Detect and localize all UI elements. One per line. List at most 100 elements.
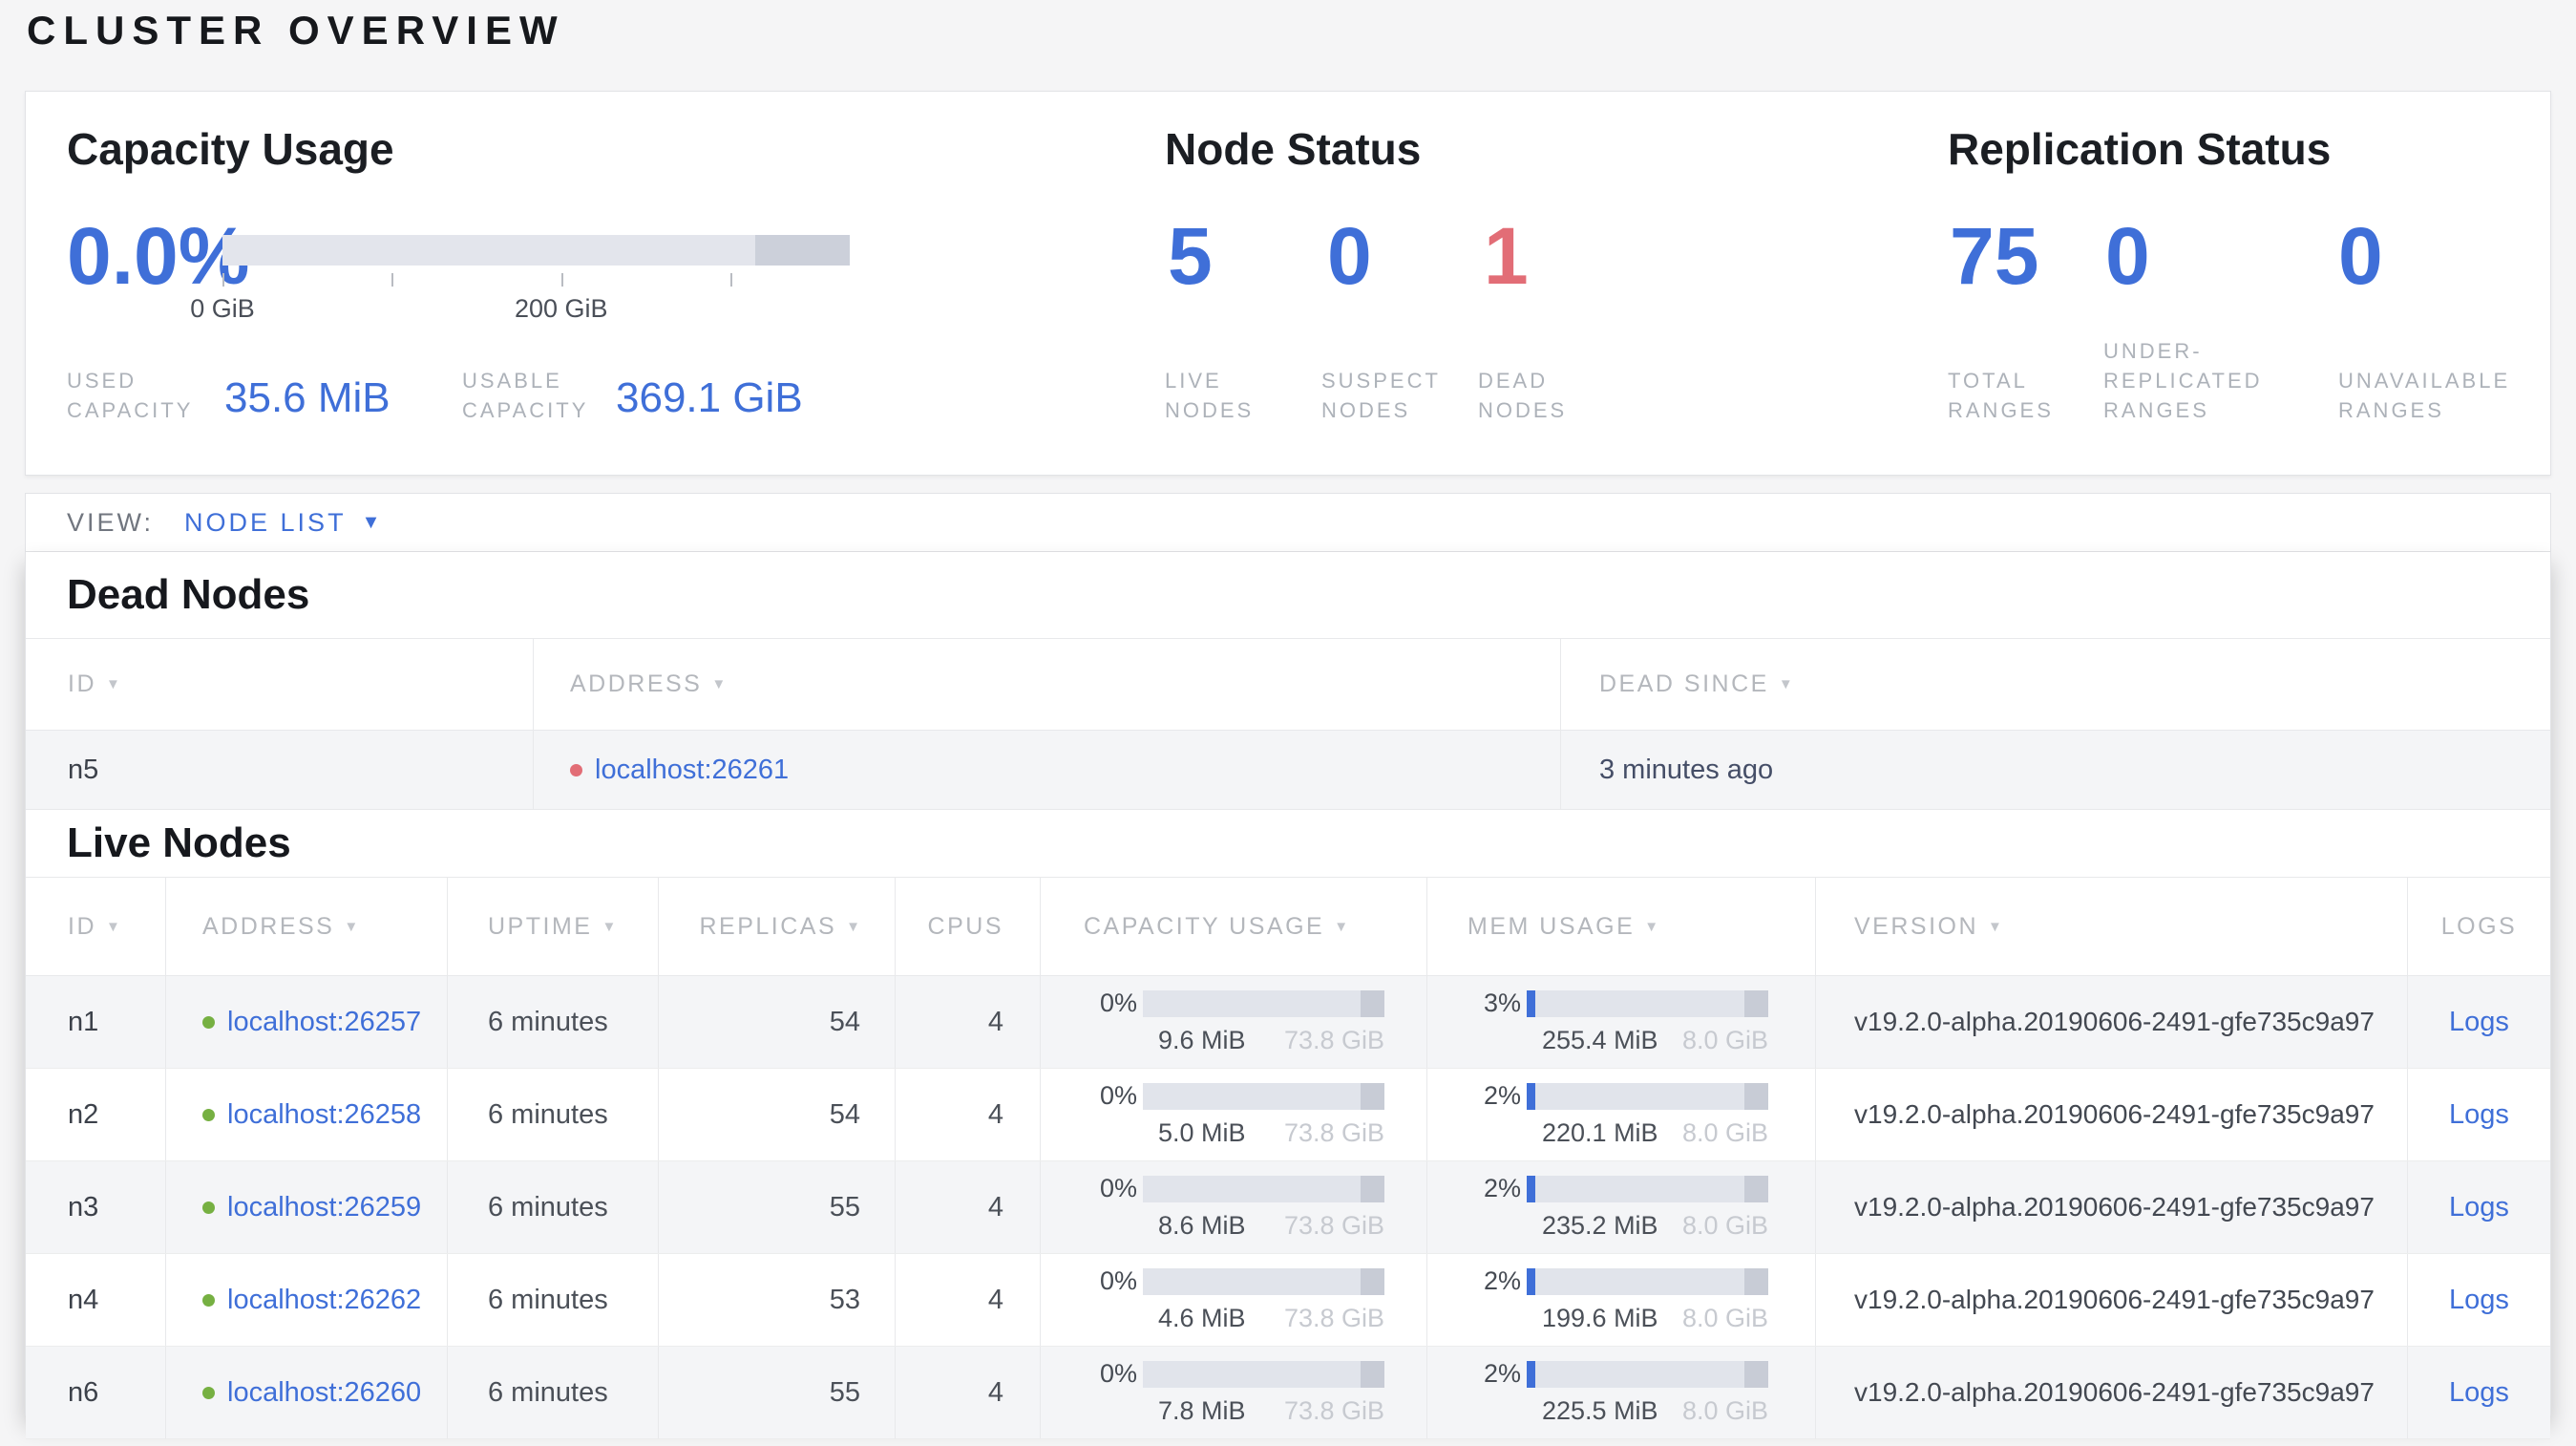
node-address-link[interactable]: localhost:26261 — [595, 755, 789, 786]
mem-percent-label: 2% — [1483, 1359, 1521, 1388]
dead-nodes-label: DEAD NODES — [1478, 369, 1568, 422]
node-address-link[interactable]: localhost:26262 — [227, 1285, 421, 1316]
used-capacity-label: USED CAPACITY — [67, 369, 194, 422]
sort-desc-icon[interactable]: ▼ — [106, 676, 120, 692]
capacity-reserved-segment — [1360, 1175, 1384, 1202]
capacity-total-value: 73.8 GiB — [1283, 1026, 1384, 1054]
live-header-id[interactable]: ID ▼ — [26, 878, 165, 975]
node-capacity-usage: 0% 7.8 MiB 73.8 GiB — [1040, 1347, 1426, 1438]
live-header-replicas[interactable]: REPLICAS ▼ — [658, 878, 895, 975]
sort-desc-icon[interactable]: ▼ — [1779, 676, 1793, 692]
axis-tick — [222, 273, 224, 287]
logs-link[interactable]: Logs — [2449, 1099, 2509, 1131]
sort-desc-icon[interactable]: ▼ — [1334, 919, 1348, 935]
live-header-mem[interactable]: MEM USAGE ▼ — [1426, 878, 1815, 975]
sort-desc-icon[interactable]: ▼ — [1644, 919, 1658, 935]
mem-used-value: 220.1 MiB — [1542, 1118, 1658, 1147]
sort-desc-icon[interactable]: ▼ — [711, 676, 726, 692]
node-capacity-usage: 0% 4.6 MiB 73.8 GiB — [1040, 1254, 1426, 1346]
node-replicas: 53 — [658, 1254, 895, 1346]
logs-link[interactable]: Logs — [2449, 1377, 2509, 1409]
mem-total-value: 8.0 GiB — [1681, 1026, 1768, 1054]
dead-nodes-section-title: Dead Nodes — [67, 571, 310, 618]
node-version: v19.2.0-alpha.20190606-2491-gfe735c9a97 — [1815, 1347, 2407, 1438]
capacity-mini-bar — [1143, 1360, 1384, 1388]
capacity-reserved-segment — [1360, 1360, 1384, 1388]
mem-reserved-segment — [1743, 1175, 1768, 1202]
mem-percent-label: 2% — [1483, 1266, 1521, 1295]
mem-total-value: 8.0 GiB — [1681, 1118, 1768, 1147]
dead-header-id[interactable]: ID ▼ — [26, 639, 533, 730]
view-selector-bar: VIEW: NODE LIST ▼ — [25, 493, 2551, 552]
cluster-overview-page: CLUSTER OVERVIEW Capacity Usage 0.0% 0 G… — [0, 0, 2576, 1446]
node-id: n4 — [68, 1284, 99, 1315]
capacity-reserved-segment — [1360, 1082, 1384, 1110]
node-logs: Logs — [2407, 1161, 2550, 1253]
live-status-dot-icon — [202, 1201, 215, 1214]
node-replicas: 55 — [658, 1161, 895, 1253]
mem-reserved-segment — [1743, 1267, 1768, 1295]
node-address-link[interactable]: localhost:26258 — [227, 1099, 421, 1131]
node-id: n3 — [68, 1191, 99, 1223]
capacity-mini-bar — [1143, 989, 1384, 1017]
mem-reserved-segment — [1743, 1360, 1768, 1388]
capacity-usage-title: Capacity Usage — [67, 124, 394, 174]
live-nodes-table: ID ▼ ADDRESS ▼ UPTIME ▼ REPLICAS ▼ CPUS CAPA… — [26, 877, 2550, 1439]
dead-header-address[interactable]: ADDRESS ▼ — [533, 639, 1560, 730]
mem-mini-bar — [1527, 989, 1768, 1017]
sort-desc-icon[interactable]: ▼ — [602, 919, 616, 935]
sort-desc-icon[interactable]: ▼ — [344, 919, 358, 935]
node-id: n2 — [68, 1098, 99, 1130]
capacity-mini-bar — [1143, 1175, 1384, 1202]
table-row: n2 localhost:26258 6 minutes 54 4 0% 5.0… — [26, 1069, 2550, 1161]
node-capacity-usage: 0% 9.6 MiB 73.8 GiB — [1040, 976, 1426, 1068]
sort-desc-icon[interactable]: ▼ — [106, 919, 120, 935]
capacity-percent-label: 0% — [1099, 1266, 1137, 1295]
capacity-gauge — [222, 235, 850, 266]
mem-used-value: 225.5 MiB — [1542, 1396, 1658, 1425]
live-nodes-count: 5 — [1168, 211, 1213, 301]
capacity-percent-label: 0% — [1099, 1174, 1137, 1202]
node-address-link[interactable]: localhost:26260 — [227, 1377, 421, 1409]
logs-link[interactable]: Logs — [2449, 1007, 2509, 1038]
node-uptime: 6 minutes — [447, 1161, 658, 1253]
view-dropdown-selected[interactable]: NODE LIST — [184, 508, 347, 538]
node-uptime: 6 minutes — [447, 1069, 658, 1160]
node-capacity-usage: 0% 5.0 MiB 73.8 GiB — [1040, 1069, 1426, 1160]
sort-desc-icon[interactable]: ▼ — [1988, 919, 2002, 935]
capacity-total-value: 73.8 GiB — [1283, 1118, 1384, 1147]
node-id: n6 — [68, 1376, 99, 1408]
view-label: VIEW: — [67, 507, 155, 537]
suspect-nodes-count: 0 — [1327, 211, 1372, 301]
dead-nodes-table: ID ▼ ADDRESS ▼ DEAD SINCE ▼ n5 localhost… — [26, 638, 2550, 810]
live-header-version[interactable]: VERSION ▼ — [1815, 878, 2407, 975]
mem-mini-bar — [1527, 1360, 1768, 1388]
node-capacity-usage: 0% 8.6 MiB 73.8 GiB — [1040, 1161, 1426, 1253]
live-nodes-label: LIVE NODES — [1165, 369, 1255, 422]
unavailable-ranges-label: UNAVAILABLE RANGES — [2338, 369, 2511, 422]
node-address-link[interactable]: localhost:26257 — [227, 1007, 421, 1038]
axis-tick-label: 0 GiB — [190, 294, 255, 323]
node-address-link[interactable]: localhost:26259 — [227, 1192, 421, 1223]
logs-link[interactable]: Logs — [2449, 1285, 2509, 1316]
dead-header-dead-since[interactable]: DEAD SINCE ▼ — [1560, 639, 2550, 730]
view-dropdown[interactable]: NODE LIST ▼ — [184, 508, 380, 538]
node-logs: Logs — [2407, 1347, 2550, 1438]
live-header-logs: LOGS — [2407, 878, 2550, 975]
axis-tick — [391, 273, 394, 287]
node-mem-usage: 3% 255.4 MiB 8.0 GiB — [1426, 976, 1815, 1068]
node-replicas: 54 — [658, 976, 895, 1068]
chevron-down-icon[interactable]: ▼ — [362, 512, 381, 534]
logs-link[interactable]: Logs — [2449, 1192, 2509, 1223]
capacity-used-value: 8.6 MiB — [1158, 1211, 1246, 1240]
live-header-capacity[interactable]: CAPACITY USAGE ▼ — [1040, 878, 1426, 975]
live-header-uptime[interactable]: UPTIME ▼ — [447, 878, 658, 975]
mem-total-value: 8.0 GiB — [1681, 1211, 1768, 1240]
live-header-address[interactable]: ADDRESS ▼ — [165, 878, 447, 975]
mem-total-value: 8.0 GiB — [1681, 1304, 1768, 1332]
sort-desc-icon[interactable]: ▼ — [846, 919, 860, 935]
node-address: localhost:26257 — [165, 976, 447, 1068]
capacity-gauge-reserved-segment — [755, 235, 850, 266]
node-mem-usage: 2% 220.1 MiB 8.0 GiB — [1426, 1069, 1815, 1160]
node-logs: Logs — [2407, 1069, 2550, 1160]
